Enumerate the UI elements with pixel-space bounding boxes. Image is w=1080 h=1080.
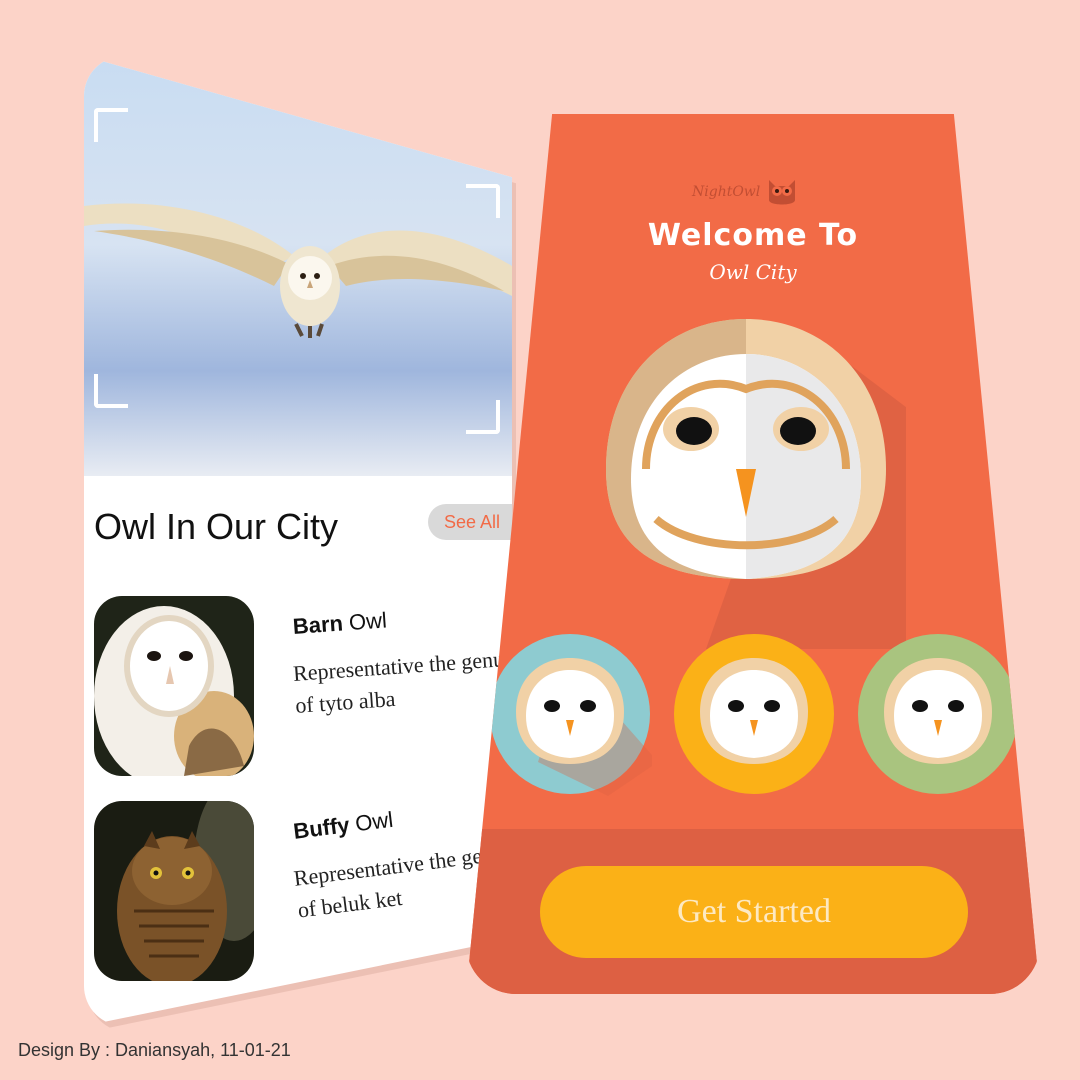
get-started-button[interactable]: Get Started (540, 866, 968, 958)
design-credit: Design By : Daniansyah, 11-01-21 (18, 1040, 291, 1060)
scan-corner-bottom-right (466, 400, 500, 434)
scan-corner-bottom-left (94, 374, 128, 408)
see-all-button[interactable]: See All (428, 504, 512, 540)
scan-corner-top-left (94, 108, 128, 142)
brand-logo: NightOwl (692, 176, 799, 208)
hero-sky-photo (84, 56, 512, 476)
flying-owl-photo (84, 203, 512, 338)
owl-name: Barn Owl (292, 607, 388, 639)
barn-owl-photo (94, 596, 254, 776)
welcome-title: Welcome To (647, 218, 859, 253)
owl-logo-icon (768, 180, 795, 205)
welcome-screen: NightOwl Welcome To Owl City Get Started (466, 114, 1040, 994)
owl-list-screen: Owl In Our City See All Barn Owl Represe… (84, 56, 512, 1026)
barn-owl-illustration (606, 319, 906, 649)
owl-avatar-teal[interactable] (488, 632, 658, 796)
welcome-subtitle: Owl City (709, 260, 797, 284)
owl-avatar-green[interactable] (856, 632, 1020, 796)
section-title: Owl In Our City (94, 506, 339, 547)
owl-description: Representative the genus of tyto alba (292, 645, 512, 718)
owl-name: Buffy Owl (292, 806, 395, 844)
buffy-owl-photo (94, 801, 254, 981)
scan-corner-top-right (466, 184, 500, 218)
owl-avatar-yellow[interactable] (672, 632, 836, 796)
